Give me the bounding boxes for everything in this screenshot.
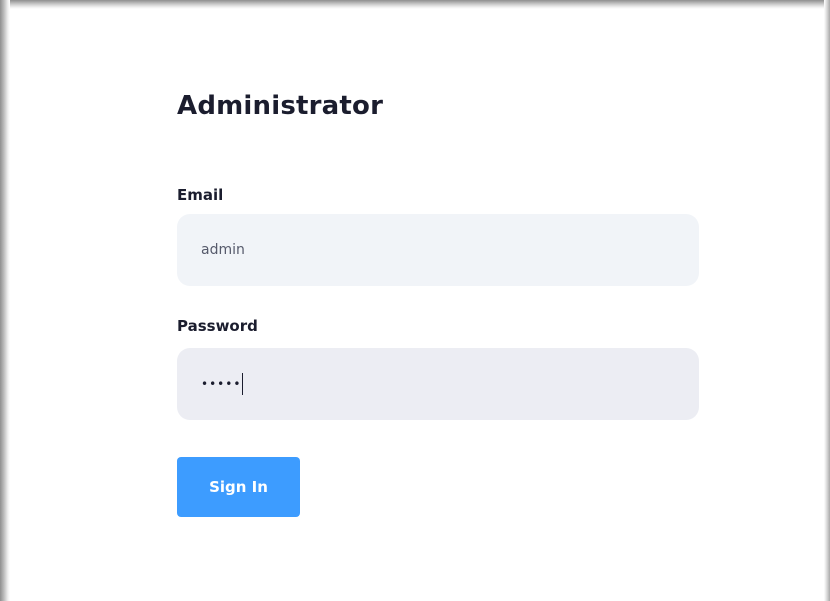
text-caret: [242, 373, 244, 395]
login-window: Administrator Email admin Password •••••…: [0, 0, 830, 601]
password-mask: •••••: [201, 373, 244, 395]
login-form: Administrator Email admin Password •••••…: [177, 85, 699, 517]
window-shadow-left: [0, 0, 10, 601]
password-field[interactable]: •••••: [177, 348, 699, 420]
page-title: Administrator: [177, 91, 384, 121]
window-shadow-top: [0, 0, 830, 9]
password-dots: •••••: [201, 377, 242, 391]
password-label: Password: [177, 317, 258, 335]
email-field[interactable]: admin: [177, 214, 699, 286]
window-shadow-right: [824, 0, 830, 601]
sign-in-button[interactable]: Sign In: [177, 457, 300, 517]
email-label: Email: [177, 186, 224, 204]
email-value: admin: [201, 242, 245, 258]
